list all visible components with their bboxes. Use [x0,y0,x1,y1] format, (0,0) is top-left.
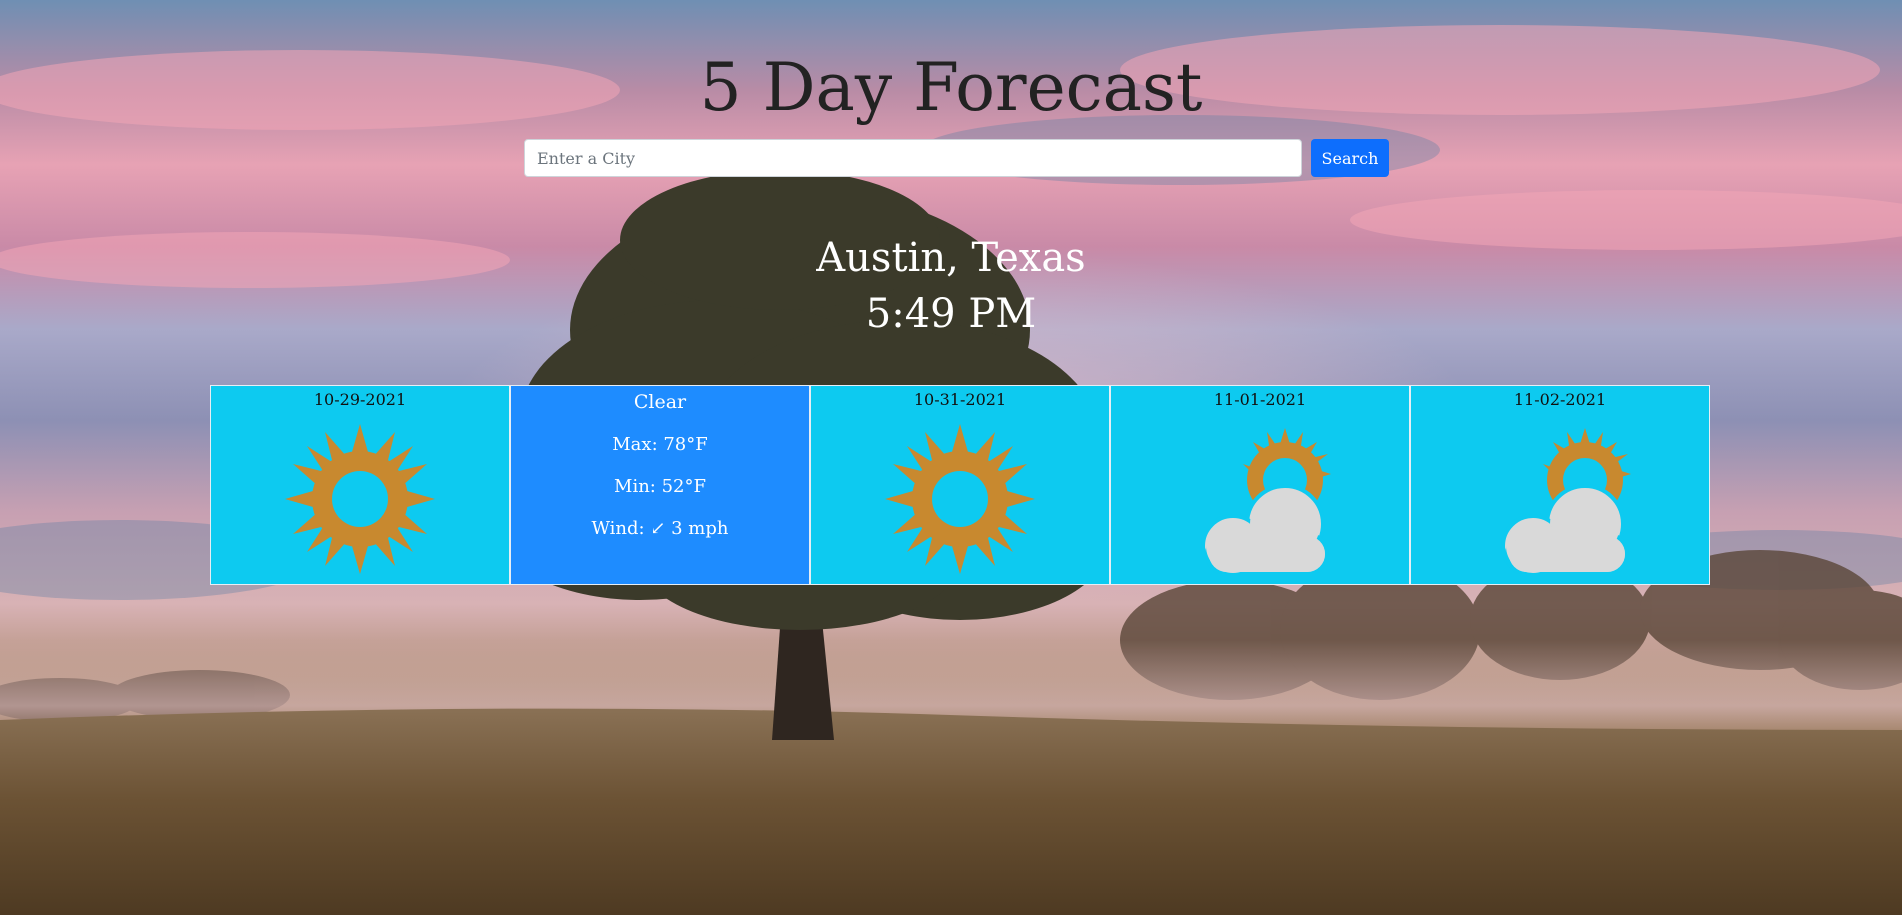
sun-icon [885,424,1035,574]
weather-condition: Clear [633,391,687,413]
wind-speed: Wind: ↙ 3 mph [591,518,729,539]
forecast-card-day-2-details[interactable]: Clear Max: 78°F Min: 52°F Wind: ↙ 3 mph [510,385,810,585]
forecast-date: 11-02-2021 [1513,390,1607,409]
partly-cloudy-icon [1501,428,1631,574]
page-title: 5 Day Forecast [699,49,1203,126]
forecast-date: 10-29-2021 [313,390,407,409]
partly-cloudy-icon [1201,428,1331,574]
search-bar: Search [524,139,1389,177]
search-button[interactable]: Search [1311,139,1389,177]
forecast-card-day-3[interactable]: 10-31-2021 [810,385,1110,585]
max-temperature: Max: 78°F [612,434,708,455]
forecast-cards: 10-29-2021 Clear Max: 78°F Min: 52°F Win… [210,385,1710,585]
forecast-card-day-5[interactable]: 11-02-2021 [1410,385,1710,585]
location-name: Austin, Texas [816,235,1086,281]
forecast-date: 11-01-2021 [1213,390,1307,409]
city-search-input[interactable] [524,139,1302,177]
forecast-card-day-1[interactable]: 10-29-2021 [210,385,510,585]
sun-icon [285,424,435,574]
min-temperature: Min: 52°F [614,476,706,497]
forecast-card-day-4[interactable]: 11-01-2021 [1110,385,1410,585]
local-time: 5:49 PM [865,291,1037,337]
forecast-date: 10-31-2021 [913,390,1007,409]
